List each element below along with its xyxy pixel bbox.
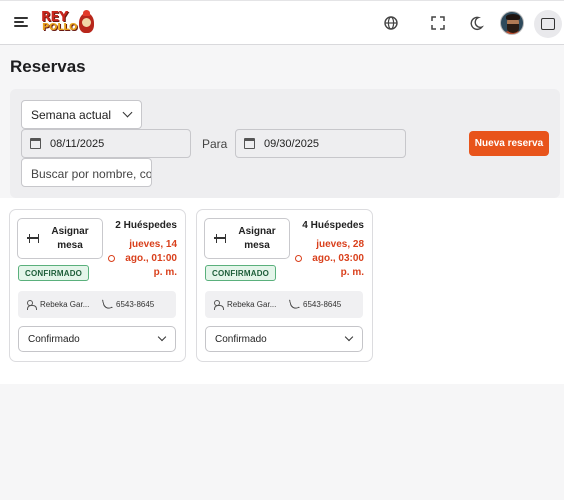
assign-table-button[interactable]: Asignar mesa [17,218,103,259]
reservation-datetime: jueves, 28 ago., 03:00 p. m. [312,239,364,278]
status-select-value: Confirmado [215,334,267,345]
assign-table-button[interactable]: Asignar mesa [204,218,290,259]
contact-info: Rebeka Gar... 6543-8645 [18,291,176,318]
guest-count: 2 Huéspedes [115,220,177,231]
clock-icon [108,255,115,262]
clock-icon [295,255,302,262]
phone-icon [288,297,301,310]
calendar-icon [30,138,41,149]
reservation-datetime: jueves, 14 ago., 01:00 p. m. [125,239,177,278]
brand-logo[interactable]: REY POLLO [39,10,95,36]
status-badge: CONFIRMADO [18,265,90,281]
calendar-icon [244,138,255,149]
new-reservation-button[interactable]: Nueva reserva [469,131,549,156]
reservation-card: Asignar mesa 2 Huéspedes jueves, 14 ago.… [9,209,186,362]
guest-name: Rebeka Gar... [227,300,277,309]
tablet-icon [541,18,555,30]
table-icon [214,234,226,243]
rooster-mascot-icon [79,10,94,33]
top-bar: REY POLLO [0,0,564,45]
chevron-down-icon [122,107,133,118]
status-select[interactable]: Confirmado [205,326,363,352]
date-from-value: 08/11/2025 [50,138,105,150]
guest-phone: 6543-8645 [303,300,342,309]
status-select-value: Confirmado [28,334,80,345]
logo-text-bottom: POLLO [42,22,78,33]
people-icon [27,300,38,310]
status-badge: CONFIRMADO [205,265,277,281]
guest-count: 4 Huéspedes [302,220,364,231]
date-to-input[interactable]: 09/30/2025 [235,129,406,158]
date-to-value: 09/30/2025 [264,138,320,150]
tablet-view-button[interactable] [534,10,562,38]
status-select[interactable]: Confirmado [18,326,176,352]
date-range-separator: Para [202,137,228,151]
fullscreen-icon[interactable] [429,14,447,32]
page-title: Reservas [10,57,86,76]
period-select[interactable]: Semana actual [21,100,142,129]
guest-phone: 6543-8645 [116,300,155,309]
chevron-down-icon [344,332,354,342]
moon-icon[interactable] [467,14,485,32]
reservation-card: Asignar mesa 4 Huéspedes jueves, 28 ago.… [196,209,373,362]
table-icon [27,234,39,243]
date-from-input[interactable]: 08/11/2025 [21,129,191,158]
search-input[interactable]: Buscar por nombre, correo [21,158,152,187]
phone-icon [101,297,114,310]
assign-table-label: Asignar mesa [51,226,89,251]
assign-table-label: Asignar mesa [238,226,276,251]
period-select-value: Semana actual [31,108,112,122]
menu-icon[interactable] [14,16,28,28]
globe-icon[interactable] [382,14,400,32]
contact-info: Rebeka Gar... 6543-8645 [205,291,363,318]
chevron-down-icon [157,332,167,342]
guest-name: Rebeka Gar... [40,300,90,309]
people-icon [214,300,225,310]
avatar[interactable] [500,11,524,35]
